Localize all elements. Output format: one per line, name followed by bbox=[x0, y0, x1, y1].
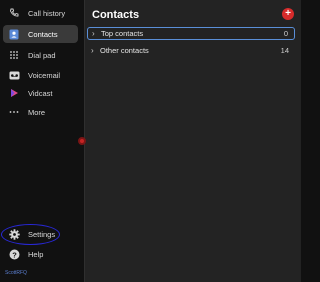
annotation-highlight bbox=[1, 224, 60, 245]
svg-text:?: ? bbox=[12, 250, 17, 259]
group-count: 14 bbox=[280, 46, 289, 55]
sidebar-item-label: Vidcast bbox=[28, 88, 53, 98]
sidebar-item-label: Call history bbox=[28, 8, 66, 18]
group-count: 0 bbox=[283, 29, 288, 38]
sidebar-item-vidcast[interactable]: Vidcast bbox=[3, 84, 78, 102]
brand-watermark: ScottRFQ bbox=[5, 270, 27, 276]
add-contact-button[interactable]: + bbox=[282, 8, 294, 20]
page-title: Contacts bbox=[92, 9, 140, 21]
sidebar-item-dial-pad[interactable]: Dial pad bbox=[3, 46, 78, 64]
group-label: Other contacts bbox=[100, 46, 149, 55]
phone-icon bbox=[8, 7, 20, 19]
sidebar-item-voicemail[interactable]: Voicemail bbox=[3, 66, 78, 84]
plus-icon: + bbox=[285, 8, 291, 19]
vidcast-icon bbox=[8, 87, 20, 99]
more-icon bbox=[8, 106, 20, 118]
sidebar-item-call-history[interactable]: Call history bbox=[3, 4, 78, 22]
contacts-icon bbox=[8, 28, 20, 40]
sidebar-item-contacts[interactable]: Contacts bbox=[3, 25, 78, 43]
chevron-right-icon: › bbox=[91, 46, 94, 55]
group-other-contacts[interactable]: › Other contacts 14 bbox=[87, 44, 295, 57]
help-icon: ? bbox=[8, 248, 20, 260]
sidebar-item-more[interactable]: More bbox=[3, 103, 78, 121]
sidebar-item-label: Contacts bbox=[28, 29, 58, 39]
group-label: Top contacts bbox=[101, 29, 144, 38]
dialpad-icon bbox=[8, 49, 20, 61]
sidebar-item-label: Help bbox=[28, 249, 44, 259]
group-top-contacts[interactable]: › Top contacts 0 bbox=[87, 27, 295, 40]
sidebar-item-label: More bbox=[28, 107, 46, 117]
chevron-right-icon: › bbox=[92, 29, 95, 38]
contacts-panel: Contacts + › Top contacts 0 › Other cont… bbox=[84, 0, 301, 282]
sidebar-item-help[interactable]: ? Help bbox=[3, 245, 78, 263]
sidebar-item-label: Dial pad bbox=[28, 50, 56, 60]
sidebar-item-label: Voicemail bbox=[28, 70, 61, 80]
voicemail-icon bbox=[8, 69, 20, 81]
annotation-dot bbox=[78, 137, 86, 145]
